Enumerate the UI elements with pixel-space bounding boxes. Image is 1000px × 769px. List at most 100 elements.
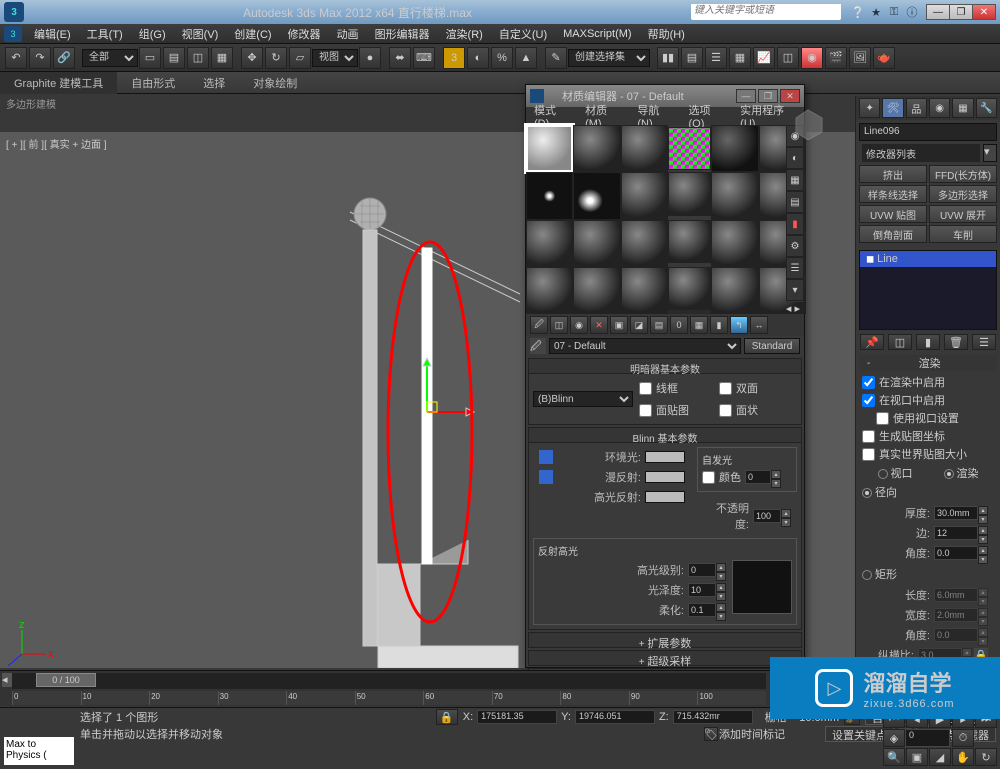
mat-show-end[interactable]: ▮: [710, 316, 728, 334]
mat-reset[interactable]: ✕: [590, 316, 608, 334]
btn-spline-sel[interactable]: 样条线选择: [859, 185, 927, 203]
info-icon[interactable]: ⓘ: [904, 4, 920, 20]
curve-editor-button[interactable]: 📈: [753, 47, 775, 69]
mat-put-lib[interactable]: ▤: [650, 316, 668, 334]
rollout-shader[interactable]: 明暗器基本参数: [528, 358, 802, 374]
menu-customize[interactable]: 自定义(U): [491, 24, 555, 44]
mat-side-select[interactable]: ☰: [786, 257, 804, 279]
material-editor-button[interactable]: ◉: [801, 47, 823, 69]
nav-fov[interactable]: ◢: [929, 748, 951, 766]
mat-pick-icon[interactable]: 🖉: [530, 338, 546, 354]
manipulate-button[interactable]: ⬌: [389, 47, 411, 69]
chk-gen-uv[interactable]: [862, 430, 875, 443]
key-icon[interactable]: ⚿: [886, 4, 902, 20]
chk-enable-render[interactable]: [862, 376, 875, 389]
render-setup-button[interactable]: 🎬: [825, 47, 847, 69]
menu-modifiers[interactable]: 修改器: [280, 24, 329, 44]
chk-enable-viewport[interactable]: [862, 394, 875, 407]
modifier-dropdown-icon[interactable]: ▾: [983, 144, 997, 162]
search-box[interactable]: [691, 4, 841, 20]
maximize-button[interactable]: ❐: [949, 4, 973, 20]
rollout-extended[interactable]: + 扩展参数: [528, 632, 802, 648]
select-region-button[interactable]: ◫: [187, 47, 209, 69]
chk-use-vp[interactable]: [876, 412, 889, 425]
menu-help[interactable]: 帮助(H): [640, 24, 693, 44]
mat-side-more[interactable]: ▾: [786, 279, 804, 301]
object-name-field[interactable]: Line096: [859, 123, 997, 141]
stack-item-line[interactable]: ◼ Line: [860, 251, 996, 267]
render-button[interactable]: 🫖: [873, 47, 895, 69]
ambient-color[interactable]: [645, 451, 685, 463]
material-type-button[interactable]: Standard: [744, 338, 800, 354]
btn-extrude[interactable]: 挤出: [859, 165, 927, 183]
spin-thickness[interactable]: 30.0mm: [934, 506, 978, 520]
swatch[interactable]: [526, 220, 573, 267]
spin-sides[interactable]: 12: [934, 526, 978, 540]
swatch[interactable]: [668, 267, 711, 310]
tab-selection[interactable]: 选择: [189, 72, 239, 94]
stack-pin[interactable]: 📌: [860, 334, 884, 350]
script-listener[interactable]: Max to Physics (: [4, 737, 74, 765]
swatch[interactable]: [711, 267, 758, 314]
nav-zoom[interactable]: 🔍: [883, 748, 905, 766]
spec-level[interactable]: 0: [688, 563, 716, 577]
select-button[interactable]: ▭: [139, 47, 161, 69]
btn-bevel[interactable]: 倒角剖面: [859, 225, 927, 243]
btn-poly-sel[interactable]: 多边形选择: [929, 185, 997, 203]
coord-z[interactable]: 715.432mr: [673, 710, 753, 724]
minimize-button[interactable]: —: [926, 4, 950, 20]
mat-put-scene[interactable]: ◫: [550, 316, 568, 334]
scale-button[interactable]: ▱: [289, 47, 311, 69]
chk-self-color[interactable]: [702, 471, 715, 484]
swatch[interactable]: [526, 125, 573, 172]
render-frame-button[interactable]: 🖼: [849, 47, 871, 69]
current-frame[interactable]: 0: [905, 729, 950, 747]
swatch[interactable]: [621, 125, 668, 172]
mat-side-uv[interactable]: ▤: [786, 191, 804, 213]
swatch[interactable]: [573, 125, 620, 172]
menu-maxscript[interactable]: MAXScript(M): [555, 26, 639, 42]
time-config[interactable]: ⏱: [952, 729, 974, 747]
tab-graphite[interactable]: Graphite 建模工具: [0, 72, 117, 94]
mat-show-map[interactable]: ▦: [690, 316, 708, 334]
key-mode[interactable]: ◈: [883, 729, 905, 747]
rollout-supersample[interactable]: + 超级采样: [528, 650, 802, 666]
align-button[interactable]: ▤: [681, 47, 703, 69]
chk-facemap[interactable]: [639, 404, 652, 417]
swatch[interactable]: [711, 125, 758, 172]
menu-graph[interactable]: 图形编辑器: [367, 24, 438, 44]
specular-color[interactable]: [645, 491, 685, 503]
schematic-button[interactable]: ◫: [777, 47, 799, 69]
keyboard-button[interactable]: ⌨: [413, 47, 435, 69]
swatch[interactable]: [573, 267, 620, 314]
time-slider-track[interactable]: 0 / 100: [12, 673, 766, 689]
lock-diffuse-icon[interactable]: [539, 470, 553, 484]
rollout-blinn[interactable]: Blinn 基本参数: [528, 427, 802, 443]
soften[interactable]: 0.1: [688, 603, 716, 617]
mat-unique[interactable]: ◪: [630, 316, 648, 334]
swatch[interactable]: [621, 220, 668, 267]
mat-go-parent[interactable]: ↰: [730, 316, 748, 334]
selection-filter[interactable]: 全部: [82, 49, 138, 67]
btn-ffd[interactable]: FFD(长方体): [929, 165, 997, 183]
mat-side-video[interactable]: ▮: [786, 213, 804, 235]
pivot-button[interactable]: ●: [359, 47, 381, 69]
mirror-button[interactable]: ▮▮: [657, 47, 679, 69]
tab-utilities[interactable]: 🔧: [976, 98, 997, 118]
menu-render[interactable]: 渲染(R): [438, 24, 491, 44]
layer-button[interactable]: ☰: [705, 47, 727, 69]
add-time-mark[interactable]: 添加时间标记: [719, 726, 785, 742]
angle-snap[interactable]: ◐: [467, 47, 489, 69]
chk-faceted[interactable]: [719, 404, 732, 417]
rollout-render-header[interactable]: - 渲染: [859, 355, 997, 371]
move-button[interactable]: ✥: [241, 47, 263, 69]
modifier-list[interactable]: 修改器列表: [862, 144, 980, 162]
star-icon[interactable]: ★: [868, 4, 884, 20]
glossiness[interactable]: 10: [688, 583, 716, 597]
search-input[interactable]: [691, 4, 841, 17]
slider-left-button[interactable]: ◂: [2, 673, 12, 687]
mat-side-options[interactable]: ⚙: [786, 235, 804, 257]
help-icon[interactable]: ❔: [850, 4, 866, 20]
chk-real-uv[interactable]: [862, 448, 875, 461]
tab-paint[interactable]: 对象绘制: [239, 72, 311, 94]
